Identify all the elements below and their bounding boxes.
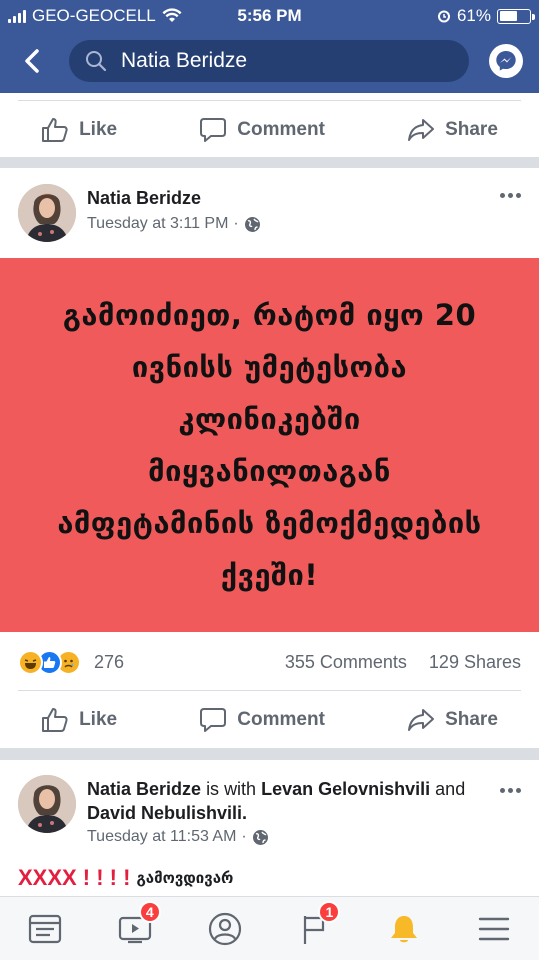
search-bar[interactable]: Natia Beridze (69, 40, 469, 82)
tab-notifications[interactable] (382, 907, 426, 951)
tagged-friend-2[interactable]: David Nebulishvili. (87, 803, 247, 823)
comment-label: Comment (237, 118, 325, 140)
top-header: GEO-GEOCELL 5:56 PM 61% Natia Beridze (0, 0, 539, 93)
post-header: Natia Beridze Tuesday at 3:11 PM · (0, 168, 539, 252)
watch-badge: 4 (138, 900, 161, 923)
separator: · (241, 828, 247, 845)
dot-icon (508, 193, 513, 198)
news-feed-icon (28, 914, 62, 943)
banner-line: ამფეტამინის ზემოქმედების (57, 506, 482, 540)
previous-post-actions: Like Comment Share (0, 93, 539, 157)
tab-profile[interactable] (203, 907, 247, 951)
thumbs-up-icon (42, 707, 68, 732)
haha-reaction-icon (18, 650, 43, 675)
dot-icon (516, 788, 521, 793)
globe-icon (244, 216, 260, 232)
menu-icon (478, 917, 510, 940)
like-button[interactable]: Like (41, 117, 117, 143)
comment-icon (200, 707, 227, 732)
dot-icon (500, 193, 505, 198)
battery-icon (497, 8, 535, 24)
profile-icon (208, 912, 241, 945)
messenger-button[interactable] (489, 44, 523, 78)
with-text: is with (206, 779, 257, 799)
post-1-actions: Like Comment Share (0, 690, 539, 748)
alarm-icon (437, 10, 450, 23)
bell-icon (391, 915, 418, 942)
bottom-tab-bar: 4 1 (0, 896, 539, 960)
post-2-meta: Tuesday at 11:53 AM · (87, 828, 269, 846)
search-query: Natia Beridze (121, 49, 248, 72)
post-meta: Tuesday at 3:11 PM · (87, 215, 261, 233)
dot-icon (508, 788, 513, 793)
more-options-button[interactable] (500, 193, 521, 198)
avatar[interactable] (18, 184, 76, 242)
comment-button[interactable]: Comment (199, 707, 325, 733)
banner-line: ქვეში! (220, 558, 319, 592)
dot-icon (516, 193, 521, 198)
globe-icon (252, 829, 268, 845)
share-label: Share (445, 708, 498, 730)
banner-line: მიყვანილთაგან (148, 454, 391, 488)
status-right: 61% (437, 6, 535, 26)
post-stats: 276 355 Comments 129 Shares (0, 640, 539, 686)
action-row: Like Comment Share (0, 691, 539, 748)
comments-count[interactable]: 355 Comments (285, 652, 407, 673)
author-name[interactable]: Natia Beridze (87, 779, 201, 799)
tab-menu[interactable] (472, 907, 516, 951)
comment-icon (200, 117, 227, 142)
divider (18, 690, 521, 691)
app: GEO-GEOCELL 5:56 PM 61% Natia Beridze Li… (0, 0, 539, 960)
avatar[interactable] (18, 775, 76, 833)
dot-icon (500, 788, 505, 793)
separator: · (233, 215, 239, 232)
messenger-icon (496, 51, 516, 71)
comment-button[interactable]: Comment (199, 117, 325, 143)
share-icon (408, 708, 435, 731)
like-label: Like (79, 118, 118, 140)
shares-count[interactable]: 129 Shares (429, 652, 521, 673)
engagement-counts: 355 Comments 129 Shares (285, 652, 521, 673)
post-2-caption: XXXX ! ! ! ! გამოვდივარ (18, 865, 233, 891)
share-label: Share (445, 118, 498, 140)
tab-watch[interactable]: 4 (113, 900, 161, 951)
caption-text: გამოვდივარ (136, 869, 234, 887)
banner-line: კლინიკებში (178, 402, 361, 436)
post-2-headline: Natia Beridze is with Levan Gelovnishvil… (87, 777, 487, 825)
more-options-button[interactable] (500, 788, 521, 793)
and-text: and (435, 779, 466, 799)
banner-line: გამოიძიეთ, რატომ იყო 20 (62, 298, 477, 332)
profile-photo (18, 184, 76, 242)
share-button[interactable]: Share (407, 117, 498, 143)
like-label: Like (79, 708, 118, 730)
notifications-badge: 1 (318, 900, 341, 923)
status-bar: GEO-GEOCELL 5:56 PM 61% (0, 0, 539, 32)
like-button[interactable]: Like (41, 707, 117, 733)
reaction-count[interactable]: 276 (94, 652, 124, 673)
share-button[interactable]: Share (407, 707, 498, 733)
profile-photo (18, 775, 76, 833)
divider (18, 100, 521, 101)
action-row: Like Comment Share (0, 101, 539, 158)
back-button[interactable] (18, 46, 48, 76)
tagged-friend-1[interactable]: Levan Gelovnishvili (261, 779, 430, 799)
battery-percent: 61% (456, 6, 491, 25)
banner-line: ივნისს უმეტესობა (131, 350, 408, 384)
tab-news-feed[interactable] (23, 907, 67, 951)
timestamp[interactable]: Tuesday at 3:11 PM (87, 215, 228, 233)
comment-label: Comment (237, 708, 325, 730)
chevron-left-icon (25, 49, 39, 73)
thumbs-up-icon (42, 117, 68, 142)
tab-marketplace[interactable]: 1 (292, 900, 341, 951)
share-icon (408, 118, 435, 141)
reaction-icons[interactable] (18, 650, 81, 675)
caption-marks: XXXX ! ! ! ! (18, 865, 131, 890)
battery-fill (499, 11, 517, 21)
post-banner[interactable]: გამოიძიეთ, რატომ იყო 20 ივნისს უმეტესობა… (0, 258, 539, 632)
author-name[interactable]: Natia Beridze (87, 188, 201, 209)
timestamp[interactable]: Tuesday at 11:53 AM (87, 828, 236, 846)
search-icon (86, 51, 107, 72)
